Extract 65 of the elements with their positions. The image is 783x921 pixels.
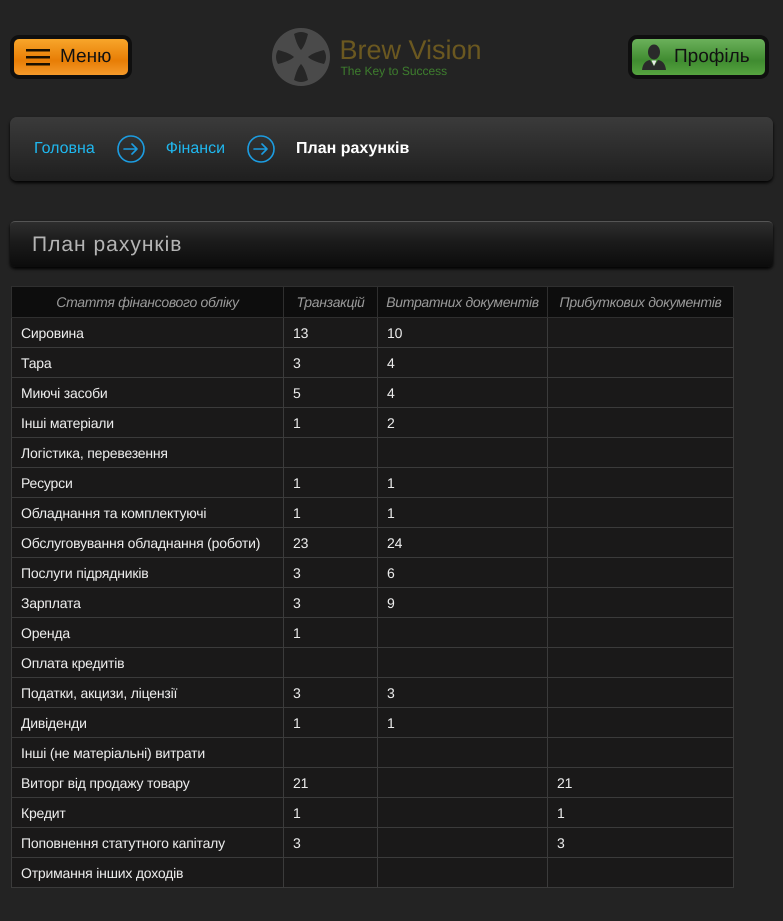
table-cell: Обладнання та комплектуючі xyxy=(12,498,284,528)
table-cell: 1 xyxy=(284,468,378,498)
table-cell: Поповнення статутного капіталу xyxy=(12,828,284,858)
page-title: План рахунків xyxy=(32,232,182,256)
column-header: Витратних документів xyxy=(378,286,548,318)
table-cell: Послуги підрядників xyxy=(12,558,284,588)
table-cell: 6 xyxy=(378,558,548,588)
table-cell: 1 xyxy=(284,408,378,438)
table-cell: 3 xyxy=(284,828,378,858)
table-cell: 2 xyxy=(378,408,548,438)
table-cell: 1 xyxy=(548,798,734,828)
table-cell: 5 xyxy=(284,378,378,408)
table-cell: 4 xyxy=(378,348,548,378)
table-cell: Зарплата xyxy=(12,588,284,618)
table-cell: 1 xyxy=(378,468,548,498)
person-icon xyxy=(642,44,666,70)
arrow-circle-icon xyxy=(116,135,145,163)
menu-button[interactable]: Меню xyxy=(10,35,132,79)
logo-icon xyxy=(272,28,330,86)
table-cell: Податки, акцизи, ліцензії xyxy=(12,678,284,708)
arrow-circle-icon xyxy=(247,135,276,163)
table-cell: Миючі засоби xyxy=(12,378,284,408)
table-cell: 24 xyxy=(378,528,548,558)
table-cell: Виторг від продажу товару xyxy=(12,768,284,798)
table-cell: Кредит xyxy=(12,798,284,828)
table-cell: 4 xyxy=(378,378,548,408)
table-cell: Ресурси xyxy=(12,468,284,498)
table-cell: 1 xyxy=(378,498,548,528)
table-cell: Сировина xyxy=(12,318,284,348)
logo-name: Brew Vision xyxy=(339,37,482,64)
table-cell: 3 xyxy=(378,678,548,708)
column-header: Транзакцій xyxy=(284,286,378,318)
table-cell: Обслуговування обладнання (роботи) xyxy=(12,528,284,558)
table-cell: 3 xyxy=(284,558,378,588)
table-cell: Тара xyxy=(12,348,284,378)
table-cell: 3 xyxy=(284,348,378,378)
table-cell: Інші матеріали xyxy=(12,408,284,438)
profile-button[interactable]: Профіль xyxy=(628,35,769,79)
table-cell: Інші (не матеріальні) витрати xyxy=(12,738,284,768)
table-cell: Дивіденди xyxy=(12,708,284,738)
table-cell: Логістика, перевезення xyxy=(12,438,284,468)
column-header: Стаття фінансового обліку xyxy=(12,286,284,318)
table-cell: 1 xyxy=(284,618,378,648)
table-cell: 13 xyxy=(284,318,378,348)
breadcrumb-link[interactable]: Головна xyxy=(34,140,95,158)
table-cell: 3 xyxy=(548,828,734,858)
table-cell: 1 xyxy=(284,708,378,738)
breadcrumb-link[interactable]: Фінанси xyxy=(166,140,226,158)
table-cell: 23 xyxy=(284,528,378,558)
column-header: Прибуткових документів xyxy=(548,286,734,318)
table-cell: 10 xyxy=(378,318,548,348)
table-cell: 21 xyxy=(284,768,378,798)
table-cell: 3 xyxy=(284,588,378,618)
table-cell: 1 xyxy=(284,798,378,828)
table-cell: Отримання інших доходів xyxy=(12,858,284,888)
table-cell: 1 xyxy=(378,708,548,738)
current-page-label: План рахунків xyxy=(296,140,410,158)
menu-icon xyxy=(26,48,50,66)
table-cell: 9 xyxy=(378,588,548,618)
logo-tagline: The Key to Success xyxy=(340,65,448,77)
table-cell: Оренда xyxy=(12,618,284,648)
table-cell: Оплата кредитів xyxy=(12,648,284,678)
table-cell: 21 xyxy=(548,768,734,798)
table-cell: 3 xyxy=(284,678,378,708)
table-cell: 1 xyxy=(284,498,378,528)
